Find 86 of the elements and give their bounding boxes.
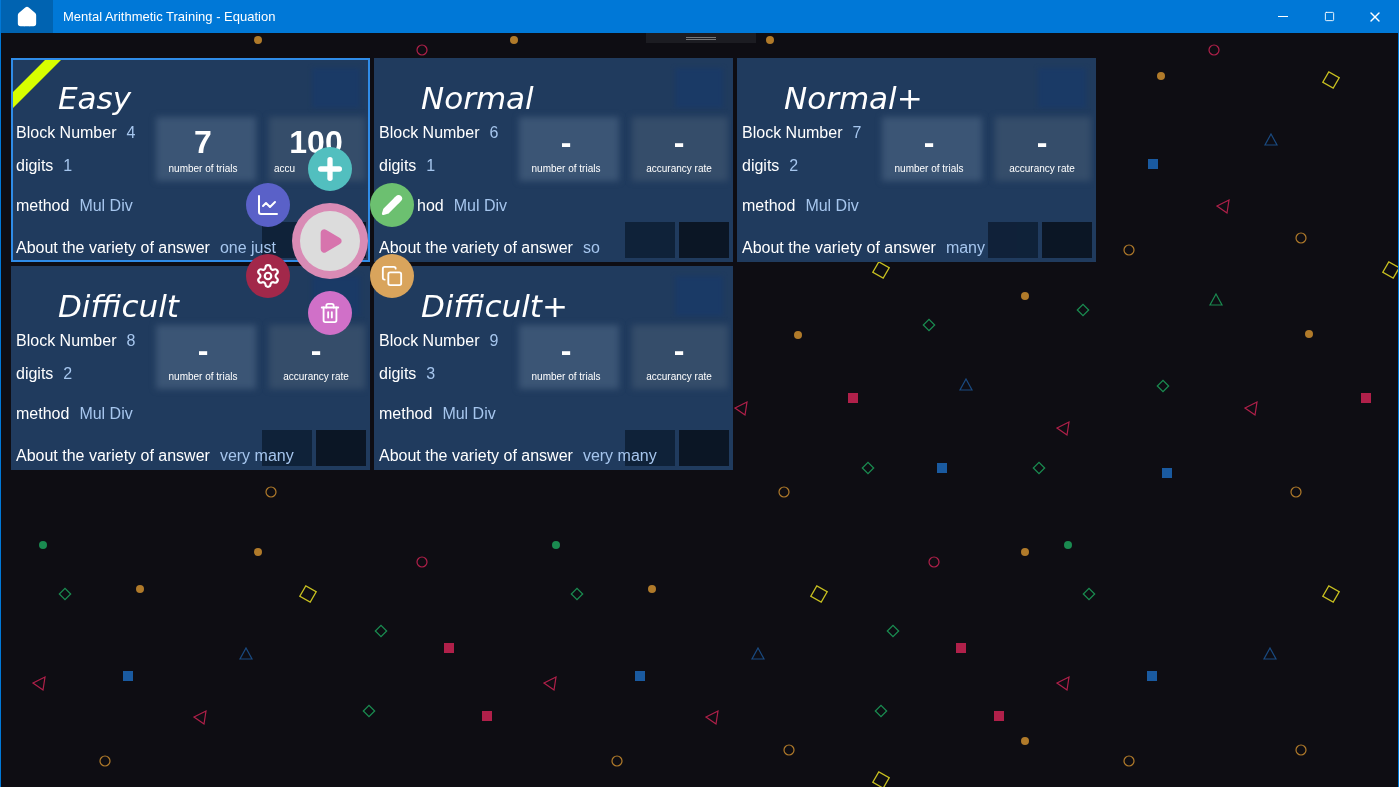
stat-label: number of trials (168, 162, 238, 176)
field-label: digits (379, 364, 417, 384)
field-value: one just (219, 238, 276, 258)
field-value: very many (582, 446, 657, 466)
field-value: 2 (63, 364, 73, 384)
stat-value: 7 (194, 123, 212, 162)
field-label: About the variety of answer (742, 238, 936, 258)
blurred-tile (625, 222, 675, 258)
card-title: Normal+ (784, 79, 923, 118)
stat-label: accurancy rate (646, 370, 712, 384)
stat-value: - (673, 331, 685, 370)
field-label: method (16, 404, 70, 424)
selection-corner-icon (13, 60, 61, 108)
stat-label: number of trials (531, 370, 601, 384)
card-title: Difficult+ (421, 287, 568, 326)
stat-value: - (560, 331, 572, 370)
stat-label: number of trials (894, 162, 964, 176)
field-value: Mul Div (79, 196, 133, 216)
field-label: digits (16, 156, 54, 176)
blurred-tile (1042, 222, 1092, 258)
field-value: 7 (852, 123, 862, 143)
stat-label: accurancy rate (1009, 162, 1075, 176)
blurred-tile (679, 222, 729, 258)
field-value: many (945, 238, 985, 258)
minimize-icon (1278, 16, 1288, 17)
field-label: method (16, 196, 70, 216)
stat-value: - (560, 123, 572, 162)
field-label: digits (16, 364, 54, 384)
field-label: About the variety of answer (379, 446, 573, 466)
field-label: digits (742, 156, 780, 176)
stat-label: accu (274, 162, 296, 176)
field-label: Block Number (16, 331, 117, 351)
field-value: 1 (426, 156, 436, 176)
stat-label: number of trials (531, 162, 601, 176)
copy-icon (381, 265, 403, 287)
field-value: 6 (489, 123, 499, 143)
stat-label: number of trials (168, 370, 238, 384)
field-value: 3 (426, 364, 436, 384)
card-title: Normal (421, 79, 534, 118)
field-value: Mul Div (453, 196, 508, 216)
field-value: 8 (126, 331, 136, 351)
field-label: About the variety of answer (16, 238, 210, 258)
field-value: Mul Div (805, 196, 859, 216)
field-label: Block Number (16, 123, 117, 143)
field-label: digits (379, 156, 417, 176)
stat-value: - (1036, 123, 1048, 162)
settings-icon (255, 263, 281, 289)
field-label: Block Number (742, 123, 843, 143)
field-label: Block Number (379, 123, 480, 143)
line-chart-icon (256, 193, 280, 217)
level-card[interactable]: Difficult+ Block Number 9 - - digits 3 number of trials accurancy rate method Mul Div About the variety of answer very many (374, 266, 733, 470)
field-value: 2 (789, 156, 799, 176)
stat-label: accurancy rate (283, 370, 349, 384)
blurred-tile (679, 430, 729, 466)
level-card[interactable]: Difficult Block Number 8 - - digits 2 number of trials accurancy rate method Mul Div About the variety of answer very many (11, 266, 370, 470)
field-label: hod (417, 196, 444, 216)
drag-handle[interactable] (646, 33, 756, 43)
field-value: Mul Div (442, 404, 496, 424)
stat-value: - (310, 331, 322, 370)
field-label: Block Number (379, 331, 480, 351)
field-value: so (582, 238, 600, 258)
card-title: Easy (58, 79, 132, 118)
card-title: Difficult (58, 287, 179, 326)
stat-value: - (673, 123, 685, 162)
blurred-tile (316, 430, 366, 466)
home-icon (16, 5, 38, 28)
field-label: About the variety of answer (379, 238, 573, 258)
field-value: 4 (126, 123, 136, 143)
home-button[interactable] (1, 0, 53, 33)
maximize-icon (1323, 11, 1335, 22)
field-value: 1 (63, 156, 73, 176)
field-value: very many (219, 446, 294, 466)
pencil-icon (381, 194, 403, 216)
field-label: About the variety of answer (16, 446, 210, 466)
stat-label: accurancy rate (646, 162, 712, 176)
stat-value: - (197, 331, 209, 370)
trash-icon (319, 302, 341, 324)
field-label: method (742, 196, 796, 216)
stat-value: - (923, 123, 935, 162)
level-card[interactable]: Normal Block Number 6 - - digits 1 number of trials accurancy rate hod Mul Div About the variety of answer so (374, 58, 733, 262)
field-value: 9 (489, 331, 499, 351)
level-card[interactable]: Normal+ Block Number 7 - - digits 2 number of trials accurancy rate method Mul Div About the variety of answer many (737, 58, 1096, 262)
blurred-tile (988, 222, 1038, 258)
window-title: Mental Arithmetic Training - Equation (63, 7, 276, 26)
field-label: method (379, 404, 433, 424)
field-value: Mul Div (79, 404, 133, 424)
